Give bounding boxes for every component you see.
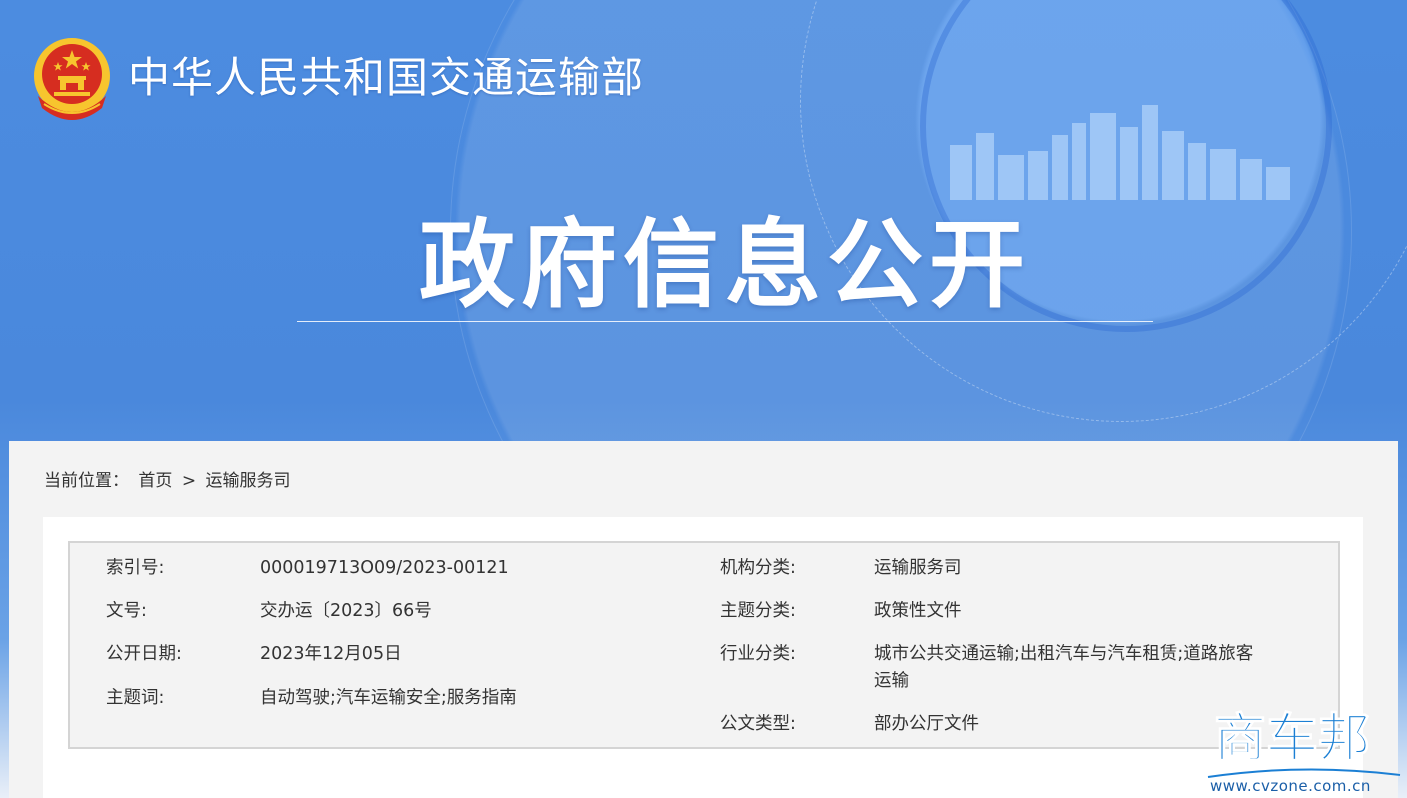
- content-panel: 当前位置： 首页 > 运输服务司 索引号: 000019713O09/2023-…: [9, 441, 1398, 798]
- article-card: 索引号: 000019713O09/2023-00121 文号: 交办运〔202…: [43, 517, 1363, 798]
- meta-value: 2023年12月05日: [260, 644, 402, 664]
- banner-title: 政府信息公开: [419, 209, 1031, 321]
- watermark-url: www.cvzone.com.cn: [1210, 777, 1371, 795]
- title-divider: [297, 321, 1153, 322]
- meta-label: 主题分类:: [720, 601, 796, 621]
- city-skyline-illustration: [950, 105, 1290, 200]
- meta-value: 政策性文件: [874, 601, 962, 621]
- document-metadata-table: 索引号: 000019713O09/2023-00121 文号: 交办运〔202…: [68, 541, 1340, 749]
- breadcrumb-prefix: 当前位置：: [44, 471, 129, 491]
- meta-value: 000019713O09/2023-00121: [260, 558, 509, 578]
- breadcrumb: 当前位置： 首页 > 运输服务司: [44, 469, 294, 493]
- national-emblem-icon: [34, 38, 110, 120]
- meta-label: 公文类型:: [720, 714, 796, 734]
- breadcrumb-current-link[interactable]: 运输服务司: [205, 471, 290, 491]
- breadcrumb-separator: >: [181, 471, 197, 491]
- meta-label: 公开日期:: [106, 644, 182, 664]
- meta-label: 文号:: [106, 601, 147, 621]
- meta-value: 城市公共交通运输;出租汽车与汽车租赁;道路旅客: [874, 644, 1254, 664]
- org-name: 中华人民共和国交通运输部: [128, 53, 645, 102]
- meta-value: 运输: [874, 671, 909, 691]
- watermark-logo-text: 商车邦: [1213, 709, 1371, 770]
- meta-value: 运输服务司: [874, 558, 962, 578]
- breadcrumb-home-link[interactable]: 首页: [138, 471, 172, 491]
- meta-value: 部办公厅文件: [874, 714, 979, 734]
- meta-label: 机构分类:: [720, 558, 796, 578]
- meta-label: 索引号:: [106, 558, 165, 578]
- site-watermark: 商车邦 www.cvzone.com.cn: [1206, 707, 1402, 798]
- meta-value: 交办运〔2023〕66号: [260, 601, 432, 621]
- meta-label: 主题词:: [106, 688, 165, 708]
- meta-value: 自动驾驶;汽车运输安全;服务指南: [260, 688, 517, 708]
- meta-label: 行业分类:: [720, 644, 796, 664]
